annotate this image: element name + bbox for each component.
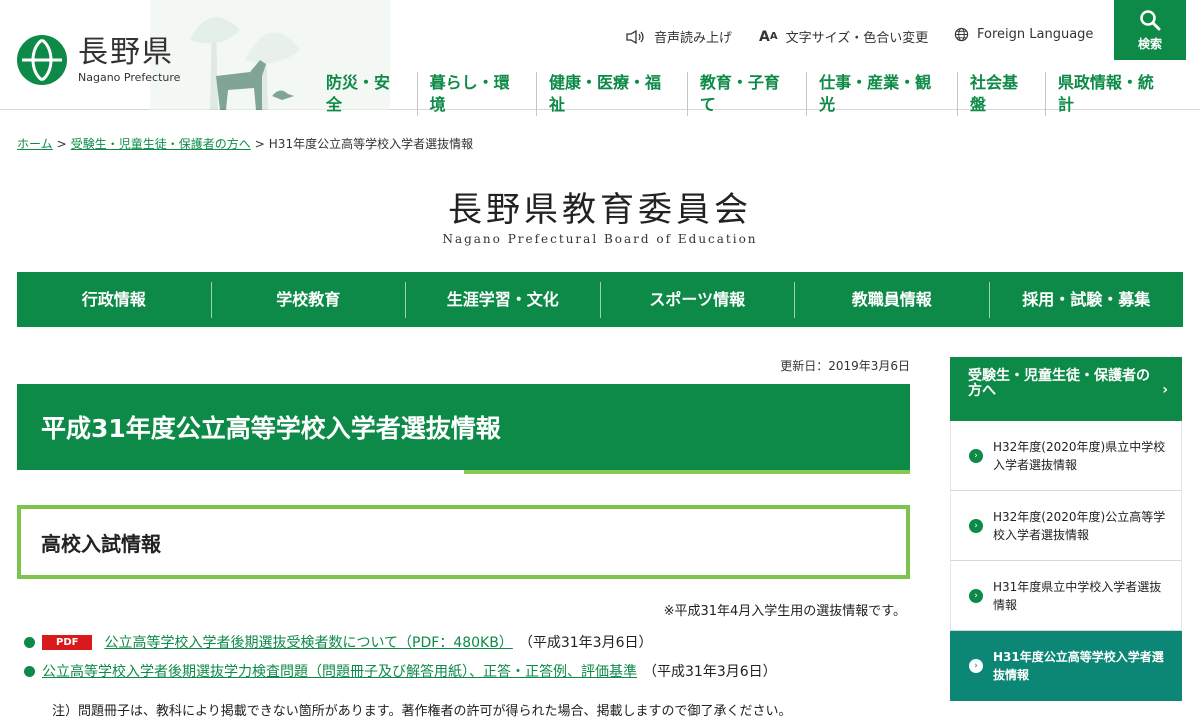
- menu-item-school-education[interactable]: 学校教育: [210, 281, 406, 318]
- menu-item-sports[interactable]: スポーツ情報: [599, 281, 795, 318]
- globe-icon: [954, 27, 969, 42]
- foreign-language-link[interactable]: Foreign Language: [954, 27, 1093, 42]
- gnav-item-industry[interactable]: 仕事・産業・観光: [806, 72, 957, 116]
- menu-item-administration[interactable]: 行政情報: [17, 282, 211, 318]
- chevron-right-icon: ›: [1162, 382, 1168, 398]
- document-link[interactable]: 公立高等学校入学者後期選抜受検者数について（PDF：480KB）: [104, 632, 512, 652]
- document-links: PDF 公立高等学校入学者後期選抜受検者数について（PDF：480KB） （平成…: [24, 632, 924, 690]
- sidebar-item-label: H32年度(2020年度)県立中学校入学者選抜情報: [993, 439, 1166, 472]
- chevron-circle-icon: ›: [969, 588, 983, 603]
- site-logo[interactable]: 長野県 Nagano Prefecture: [16, 34, 180, 86]
- bullet-icon: [24, 636, 35, 648]
- chevron-circle-icon: ›: [969, 658, 983, 673]
- nagano-logo-mark: [17, 35, 67, 85]
- document-link[interactable]: 公立高等学校入学者後期選抜学力検査問題（問題冊子及び解答用紙）、正答・正答例、評…: [42, 661, 637, 681]
- sidebar-item-label: H31年度県立中学校入学者選抜情報: [993, 579, 1162, 612]
- updated-date: 更新日：2019年3月6日: [780, 359, 910, 373]
- search-button[interactable]: 検索: [1114, 0, 1186, 60]
- textsize-label: 文字サイズ・色合い変更: [785, 31, 929, 46]
- sidebar-item-label: H32年度(2020年度)公立高等学校入学者選抜情報: [993, 509, 1166, 542]
- speech-link[interactable]: 音声読み上げ: [626, 27, 732, 46]
- menu-item-staff[interactable]: 教職員情報: [794, 281, 989, 318]
- pdf-badge: PDF: [42, 634, 93, 650]
- board-title-en: Nagano Prefectural Board of Education: [442, 232, 758, 246]
- list-item: PDF 公立高等学校入学者後期選抜受検者数について（PDF：480KB） （平成…: [24, 632, 924, 652]
- board-main-menu: 行政情報 学校教育 生涯学習・文化 スポーツ情報 教職員情報 採用・試験・募集: [17, 272, 1183, 327]
- chevron-circle-icon: ›: [969, 518, 983, 533]
- sidebar: 受験生・児童生徒・保護者の方へ › › H32年度(2020年度)県立中学校入学…: [950, 357, 1182, 701]
- sidebar-heading-label: 受験生・児童生徒・保護者の方へ: [968, 368, 1150, 399]
- breadcrumb-separator: >: [56, 137, 67, 151]
- gnav-item-health[interactable]: 健康・医療・福祉: [536, 72, 687, 116]
- document-date: （平成31年3月6日）: [643, 664, 777, 680]
- document-date: （平成31年3月6日）: [518, 635, 653, 651]
- breadcrumb-separator: >: [254, 137, 265, 151]
- breadcrumb: ホーム > 受験生・児童生徒・保護者の方へ > H31年度公立高等学校入学者選抜情報: [17, 135, 473, 152]
- textsize-link[interactable]: AA 文字サイズ・色合い変更: [759, 27, 929, 47]
- foreign-label: Foreign Language: [977, 27, 1094, 42]
- section-title: 高校入試情報: [17, 505, 910, 579]
- menu-item-lifelong-learning[interactable]: 生涯学習・文化: [405, 281, 600, 318]
- gnav-item-infrastructure[interactable]: 社会基盤: [956, 72, 1045, 116]
- logo-subtitle: Nagano Prefecture: [78, 70, 181, 84]
- font-size-icon: AA: [759, 28, 778, 45]
- global-nav: 防災・安全 暮らし・環境 健康・医療・福祉 教育・子育て 仕事・産業・観光 社会…: [314, 72, 1180, 116]
- site-header: 長野県 Nagano Prefecture 音声読み上げ AA 文字サイズ・色合…: [0, 0, 1200, 116]
- footnote: 注）問題冊子は、教科により掲載できない箇所があります。著作権者の許可が得られた場…: [52, 704, 792, 718]
- list-item: 公立高等学校入学者後期選抜学力検査問題（問題冊子及び解答用紙）、正答・正答例、評…: [24, 661, 924, 681]
- menu-item-recruitment[interactable]: 採用・試験・募集: [988, 281, 1184, 318]
- page-title: 平成31年度公立高等学校入学者選抜情報: [17, 384, 910, 470]
- bullet-icon: [24, 665, 35, 677]
- search-label: 検索: [1137, 36, 1162, 51]
- gnav-item-government[interactable]: 県政情報・統計: [1044, 72, 1180, 116]
- search-icon: [1140, 9, 1161, 30]
- sidebar-item-h31-high-school[interactable]: › H31年度公立高等学校入学者選抜情報: [950, 631, 1182, 701]
- gnav-item-disaster[interactable]: 防災・安全: [314, 72, 417, 116]
- logo-title: 長野県: [78, 34, 174, 70]
- sidebar-item-h31-junior-high[interactable]: › H31年度県立中学校入学者選抜情報: [950, 561, 1182, 631]
- sidebar-item-label: H31年度公立高等学校入学者選抜情報: [993, 649, 1164, 682]
- chevron-circle-icon: ›: [969, 448, 983, 463]
- gnav-item-living[interactable]: 暮らし・環境: [416, 72, 536, 116]
- sidebar-item-h32-junior-high[interactable]: › H32年度(2020年度)県立中学校入学者選抜情報: [950, 421, 1182, 491]
- gnav-item-education[interactable]: 教育・子育て: [686, 72, 806, 116]
- speech-label: 音声読み上げ: [654, 31, 733, 46]
- speaker-icon: [626, 29, 646, 44]
- board-title-ja: 長野県教育委員会: [448, 190, 752, 230]
- title-underline: [464, 470, 910, 474]
- breadcrumb-parent[interactable]: 受験生・児童生徒・保護者の方へ: [71, 137, 251, 151]
- sidebar-heading[interactable]: 受験生・児童生徒・保護者の方へ ›: [950, 357, 1182, 421]
- breadcrumb-current: H31年度公立高等学校入学者選抜情報: [268, 137, 474, 151]
- selection-note: ※平成31年4月入学生用の選抜情報です。: [663, 604, 906, 619]
- breadcrumb-home[interactable]: ホーム: [17, 137, 53, 151]
- board-title[interactable]: 長野県教育委員会 Nagano Prefectural Board of Edu…: [0, 190, 1200, 246]
- sidebar-item-h32-high-school[interactable]: › H32年度(2020年度)公立高等学校入学者選抜情報: [950, 491, 1182, 561]
